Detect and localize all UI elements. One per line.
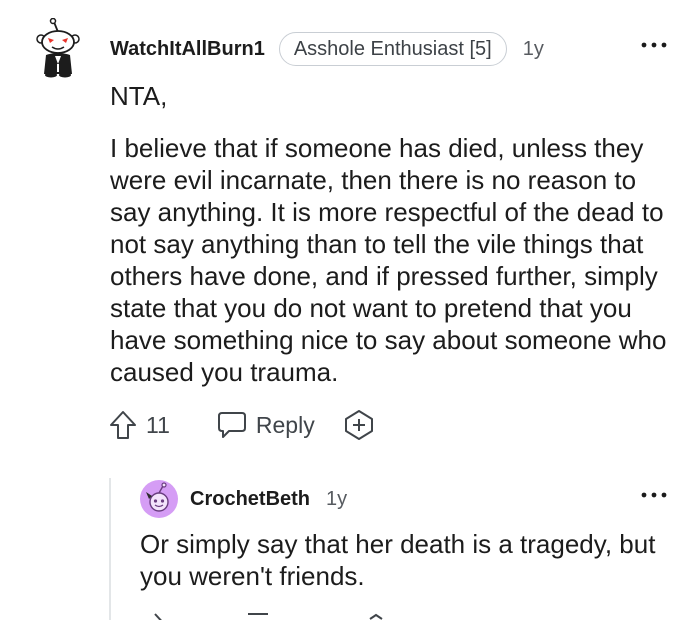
reply-label: Reply	[255, 411, 315, 438]
comment-body: NTA, I believe that if someone has died,…	[110, 80, 678, 408]
reply-actions-icons	[154, 613, 383, 620]
award-plus-icon	[344, 410, 373, 440]
award-button[interactable]	[343, 409, 375, 441]
comment-thread: WatchItAllBurn1 Asshole Enthusiast [5] 1…	[0, 0, 700, 620]
reply-actions-partial	[140, 611, 440, 620]
username-link[interactable]: WatchItAllBurn1	[110, 38, 265, 61]
speech-bubble-icon	[217, 412, 246, 438]
comment-paragraph: I believe that if someone has died, unle…	[110, 133, 667, 387]
user-flair: Asshole Enthusiast [5]	[278, 32, 507, 66]
vote-control: 11	[108, 409, 170, 441]
thread-line[interactable]	[109, 478, 111, 620]
reply-button[interactable]: Reply	[216, 410, 315, 440]
more-options-icon[interactable]	[639, 38, 669, 52]
reply-age[interactable]: 1y	[326, 488, 347, 511]
reply-body: Or simply say that her death is a traged…	[140, 529, 656, 591]
reply-more-options-icon[interactable]	[639, 488, 669, 502]
comment-paragraph: NTA,	[110, 81, 168, 111]
user-avatar[interactable]	[32, 18, 84, 78]
comment-age[interactable]: 1y	[523, 38, 544, 61]
reply-header: CrochetBeth 1y	[190, 485, 347, 513]
comment-actions: 11 Reply	[108, 405, 375, 445]
vote-count: 11	[146, 411, 170, 438]
reply-user-avatar[interactable]	[140, 480, 178, 518]
reply-username-link[interactable]: CrochetBeth	[190, 488, 310, 511]
comment-header: WatchItAllBurn1 Asshole Enthusiast [5] 1…	[110, 32, 544, 66]
upvote-arrow-icon[interactable]	[108, 409, 138, 441]
